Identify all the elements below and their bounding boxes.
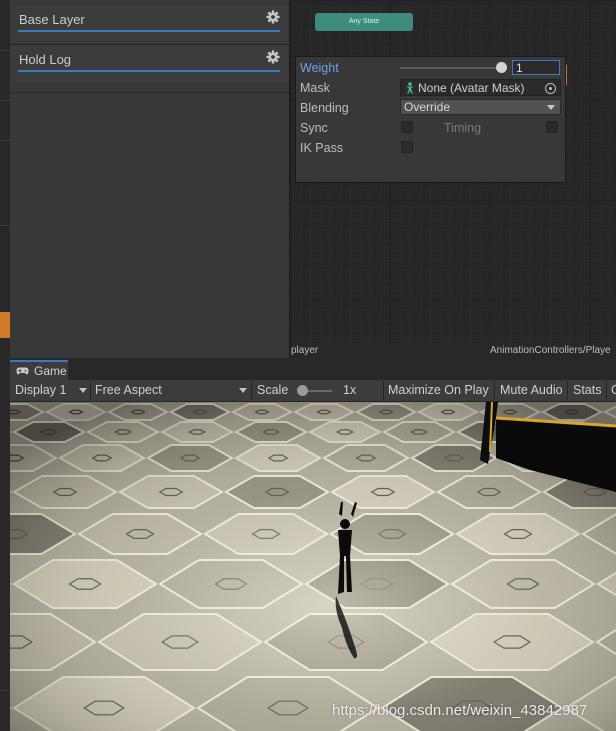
tab-game[interactable]: Game	[10, 360, 68, 380]
scale-value: 1x	[343, 383, 357, 397]
gear-icon[interactable]	[266, 10, 280, 24]
strip-divider	[0, 50, 10, 51]
layers-empty-area	[10, 92, 289, 359]
controller-name: player	[291, 345, 319, 356]
mask-value: None (Avatar Mask)	[418, 81, 525, 95]
blending-value: Override	[404, 100, 451, 114]
layer-settings-popup: Weight 1 Mask None (Avatar Mask) Blendin…	[295, 56, 566, 183]
chevron-down-icon	[79, 388, 87, 393]
blending-label: Blending	[300, 101, 349, 115]
strip-divider	[0, 690, 10, 691]
toolbar-divider	[383, 381, 384, 400]
scale-slider-handle[interactable]	[297, 385, 308, 396]
game-toolbar: Display 1 Free Aspect Scale 1x Maximize …	[10, 380, 616, 402]
layer-selection-underline	[18, 30, 280, 32]
gear-icon[interactable]	[266, 50, 280, 64]
mask-object-field[interactable]: None (Avatar Mask)	[400, 79, 561, 96]
toolbar-divider	[494, 381, 495, 400]
layer-item-base-layer[interactable]: Base Layer	[10, 5, 289, 43]
weight-slider-handle[interactable]	[496, 62, 507, 73]
mute-audio-button[interactable]: Mute Audio	[500, 380, 563, 401]
strip-divider	[0, 140, 10, 141]
selected-strip-marker[interactable]	[0, 312, 10, 338]
scale-label: Scale	[257, 383, 289, 397]
layer-name: Hold Log	[19, 52, 72, 67]
blending-dropdown[interactable]: Override	[400, 99, 561, 115]
mask-label: Mask	[300, 81, 330, 95]
object-picker-icon[interactable]	[545, 83, 556, 94]
timing-label: Timing	[444, 121, 482, 135]
weight-input[interactable]: 1	[512, 60, 560, 75]
strip-divider	[0, 100, 10, 101]
animator-layers-panel: Base Layer Hold Log	[10, 0, 289, 359]
chevron-down-icon	[547, 105, 555, 110]
weight-label: Weight	[300, 61, 339, 75]
animator-status-bar: player AnimationControllers/Playe	[290, 343, 616, 358]
ik-pass-checkbox[interactable]	[401, 141, 413, 153]
display-dropdown[interactable]: Display 1	[15, 380, 66, 401]
any-state-node[interactable]: Any State	[315, 13, 413, 31]
avatar-mask-icon	[406, 82, 414, 94]
toolbar-divider	[90, 381, 91, 400]
sync-checkbox[interactable]	[401, 121, 413, 133]
gizmos-button[interactable]: G	[611, 380, 616, 401]
tab-label: Game	[34, 364, 67, 378]
toolbar-divider	[251, 381, 252, 400]
game-view-viewport[interactable]	[10, 402, 616, 731]
sync-label: Sync	[300, 121, 328, 135]
stats-button[interactable]: Stats	[573, 380, 602, 401]
strip-divider	[0, 225, 10, 226]
gamepad-icon	[16, 367, 29, 375]
ik-pass-label: IK Pass	[300, 141, 344, 155]
toolbar-divider	[567, 381, 568, 400]
chevron-down-icon	[239, 388, 247, 393]
layer-selection-underline	[18, 70, 280, 72]
game-tab-bar: Game	[10, 358, 616, 380]
layer-name: Base Layer	[19, 12, 85, 27]
game-scene	[10, 402, 616, 731]
controller-path: AnimationControllers/Playe	[490, 345, 611, 356]
weight-slider-track[interactable]	[400, 67, 504, 69]
toolbar-divider	[606, 381, 607, 400]
aspect-dropdown[interactable]: Free Aspect	[95, 380, 162, 401]
timing-checkbox[interactable]	[546, 121, 558, 133]
watermark-text: https://blog.csdn.net/weixin_43842987	[332, 702, 588, 719]
layer-item-hold-log[interactable]: Hold Log	[10, 45, 289, 83]
maximize-on-play-button[interactable]: Maximize On Play	[388, 380, 489, 401]
